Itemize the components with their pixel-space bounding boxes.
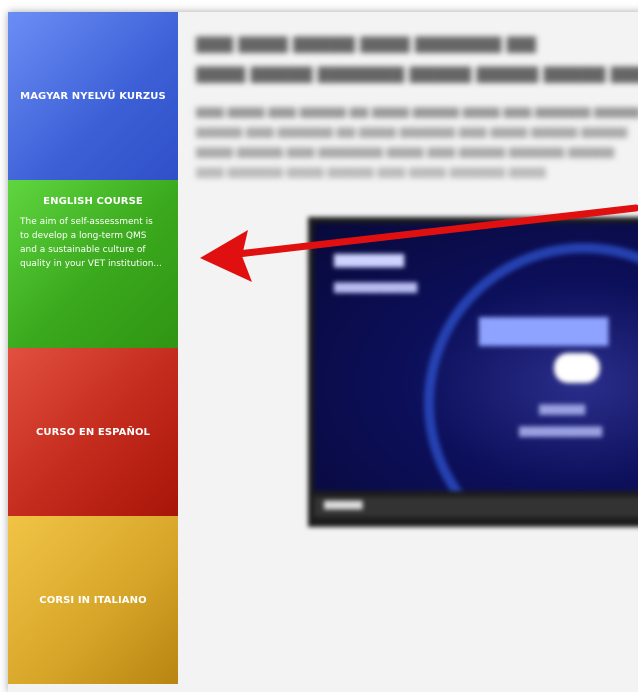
spanish-course-label: CURSO EN ESPAÑOL — [35, 426, 151, 438]
blurred-paragraph-line-3: ▆▆▆▆ ▆▆▆▆▆ ▆▆▆ ▆▆▆▆▆▆▆ ▆▆▆▆ ▆▆▆ ▆▆▆▆▆ ▆▆… — [196, 144, 615, 158]
course-sidebar: MAGYAR NYELVŰ KURZUS ENGLISH COURSE The … — [8, 12, 178, 684]
video-time-blurred: ▆▆▆▆▆ — [324, 499, 363, 510]
video-caption-line-1: ▆▆▆▆▆ — [539, 401, 586, 415]
hungarian-course-label: MAGYAR NYELVŰ KURZUS — [20, 90, 166, 102]
blurred-paragraph-line-4: ▆▆▆ ▆▆▆▆▆▆ ▆▆▆▆ ▆▆▆▆▆ ▆▆▆ ▆▆▆▆ ▆▆▆▆▆▆ ▆▆… — [196, 164, 546, 178]
italian-course-label: CORSI IN ITALIANO — [39, 594, 147, 606]
english-course-label: ENGLISH COURSE — [43, 196, 143, 207]
english-course-tile[interactable]: ENGLISH COURSE The aim of self-assessmen… — [8, 180, 178, 348]
video-caption-line-2: ▆▆▆▆▆▆▆▆▆ — [519, 423, 603, 437]
blurred-paragraph-line-2: ▆▆▆▆▆ ▆▆▆ ▆▆▆▆▆▆ ▆▆ ▆▆▆▆ ▆▆▆▆▆▆ ▆▆▆ ▆▆▆▆… — [196, 124, 628, 138]
video-logo-blurred: ▇▇▇▇▇▇ — [479, 313, 609, 346]
pointer-arrow-icon — [200, 204, 638, 282]
blurred-heading-line-1: ▇▇▇ ▇▇▇▇ ▇▇▇▇▇ ▇▇▇▇ ▇▇▇▇▇▇▇ ▇▇▇ — [196, 34, 536, 53]
hungarian-course-tile[interactable]: MAGYAR NYELVŰ KURZUS — [8, 12, 178, 180]
main-content: ▇▇▇ ▇▇▇▇ ▇▇▇▇▇ ▇▇▇▇ ▇▇▇▇▇▇▇ ▇▇▇ ▇▇▇▇ ▇▇▇… — [178, 12, 638, 684]
play-icon[interactable] — [554, 353, 600, 383]
spanish-course-tile[interactable]: CURSO EN ESPAÑOL — [8, 348, 178, 516]
blurred-paragraph-line-1: ▆▆▆ ▆▆▆▆ ▆▆▆ ▆▆▆▆▆ ▆▆ ▆▆▆▆ ▆▆▆▆▆ ▆▆▆▆ ▆▆… — [196, 104, 638, 118]
blurred-heading-line-2: ▇▇▇▇ ▇▇▇▇▇ ▇▇▇▇▇▇▇ ▇▇▇▇▇ ▇▇▇▇▇ ▇▇▇▇▇ ▇▇▇… — [196, 64, 638, 83]
page-frame: MAGYAR NYELVŰ KURZUS ENGLISH COURSE The … — [8, 12, 638, 692]
english-course-description: The aim of self-assessment is to develop… — [20, 217, 162, 269]
video-controls-bar[interactable]: ▆▆▆▆▆ — [314, 497, 638, 517]
italian-course-tile[interactable]: CORSI IN ITALIANO — [8, 516, 178, 684]
